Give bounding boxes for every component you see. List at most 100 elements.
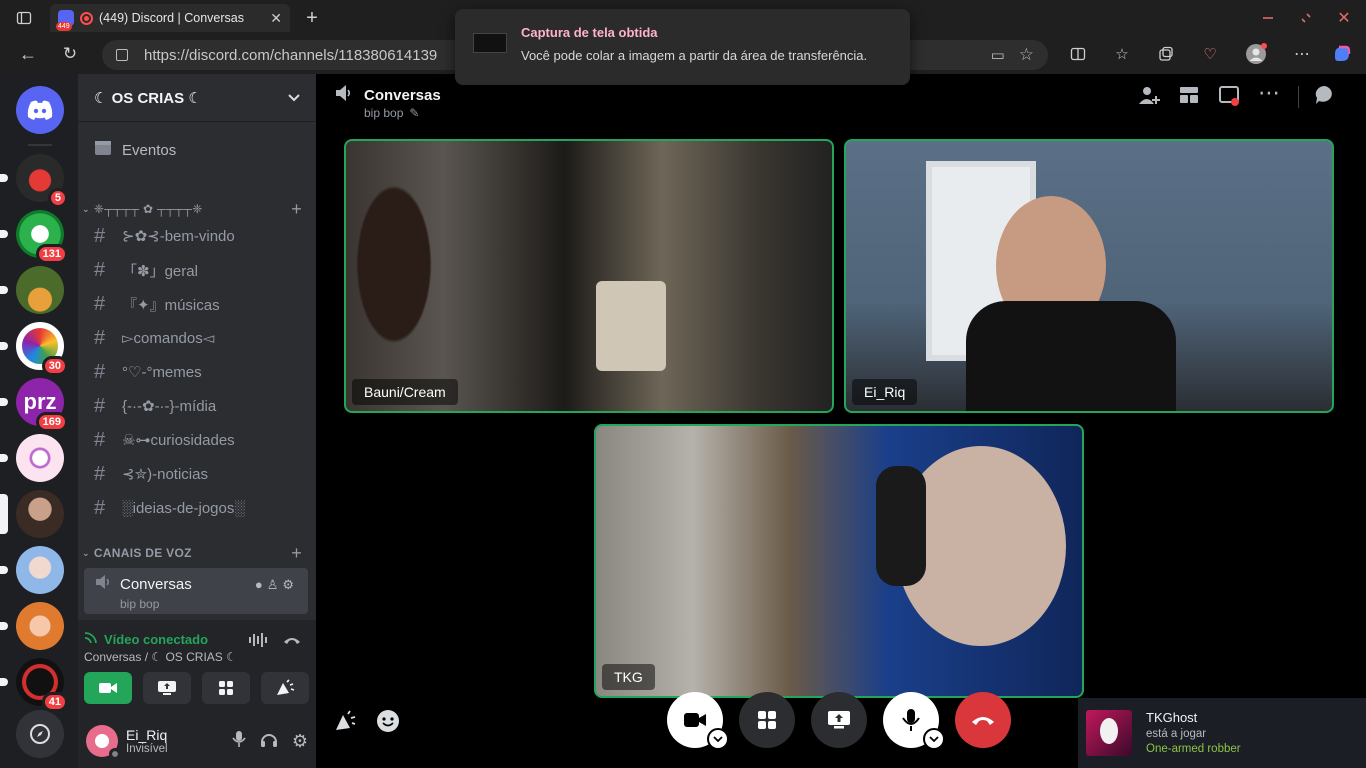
voice-location[interactable]: Conversas / ☾ OS CRIAS ☾ bbox=[84, 650, 237, 664]
browser-tab-discord[interactable]: 449 (449) Discord | Conversas ✕ bbox=[50, 4, 290, 32]
minimize-icon[interactable] bbox=[1254, 4, 1282, 32]
user-settings-gear-icon[interactable]: ⚙ bbox=[292, 731, 308, 752]
server-icon-1[interactable]: 5 bbox=[0, 154, 68, 208]
channel-item[interactable]: # ░ideias-de-jogos░ bbox=[86, 492, 308, 524]
voice-category-header[interactable]: ⌄ CANAIS DE VOZ + bbox=[82, 543, 308, 564]
favorites-icon[interactable]: ☆ bbox=[1108, 40, 1136, 68]
camera-in-use-icon[interactable]: ▭ bbox=[991, 46, 1005, 64]
voice-channel-item[interactable]: Conversas ●♙⚙ bip bop bbox=[84, 568, 308, 614]
server-icon-4[interactable]: 30 bbox=[0, 322, 68, 376]
activities-button[interactable] bbox=[202, 672, 250, 704]
avatar[interactable] bbox=[86, 725, 121, 760]
noise-suppression-icon[interactable] bbox=[248, 632, 268, 653]
server-icon-2[interactable]: 131 bbox=[0, 210, 68, 264]
hang-up-icon bbox=[972, 717, 994, 725]
channel-item[interactable]: # ▻comandos◅ bbox=[86, 322, 308, 354]
microphone-icon[interactable] bbox=[232, 730, 246, 753]
screen-share-button[interactable] bbox=[143, 672, 191, 704]
new-tab-icon[interactable]: + bbox=[298, 4, 326, 32]
video-tile-ei-riq[interactable]: Ei_Riq bbox=[844, 139, 1334, 413]
server-icon-9[interactable] bbox=[0, 602, 64, 650]
more-options-icon[interactable]: ⋯ bbox=[1288, 40, 1316, 68]
pencil-edit-icon[interactable]: ✎ bbox=[409, 106, 419, 120]
camera-toggle-button[interactable] bbox=[84, 672, 132, 704]
close-tab-icon[interactable]: ✕ bbox=[270, 10, 282, 27]
discord-logo-icon bbox=[16, 86, 64, 134]
hang-up-button[interactable] bbox=[955, 692, 1011, 748]
server-icon-5[interactable]: prz 169 bbox=[0, 378, 68, 432]
calendar-icon bbox=[94, 138, 114, 162]
username[interactable]: Ei_Riq bbox=[126, 727, 232, 743]
disconnect-icon[interactable] bbox=[282, 632, 302, 653]
close-window-icon[interactable]: ✕ bbox=[1330, 4, 1358, 32]
channel-item[interactable]: # ⊰✮)-noticias bbox=[86, 458, 308, 490]
explore-servers-button[interactable] bbox=[16, 710, 64, 758]
channel-name: ☠⊶curiosidades bbox=[122, 432, 235, 449]
hash-icon: # bbox=[94, 496, 106, 519]
activities-button[interactable] bbox=[739, 692, 795, 748]
channel-name: ⊰✮)-noticias bbox=[122, 466, 208, 483]
chevron-down-icon[interactable] bbox=[923, 728, 945, 750]
invite-user-icon[interactable]: ♙ bbox=[267, 577, 283, 592]
split-screen-icon[interactable] bbox=[1064, 40, 1092, 68]
category-header[interactable]: ⌄ ❈┬┬┬┬ ✿ ┬┬┬┬❈ + bbox=[82, 199, 308, 220]
game-activity-notification[interactable]: TKGhost está a jogar One-armed robber bbox=[1078, 698, 1366, 768]
soundboard-button[interactable] bbox=[261, 672, 309, 704]
browser-essentials-icon[interactable]: ♡ bbox=[1196, 40, 1224, 68]
selected-pip bbox=[0, 494, 8, 534]
chevron-down-icon[interactable] bbox=[288, 91, 300, 105]
server-avatar bbox=[16, 266, 64, 314]
profile-avatar-icon[interactable] bbox=[1242, 40, 1270, 68]
headphones-icon[interactable] bbox=[260, 730, 278, 753]
camera-button[interactable] bbox=[667, 692, 729, 750]
participant-shirt bbox=[966, 301, 1176, 411]
events-item[interactable]: Eventos bbox=[86, 134, 308, 166]
server-icon-7[interactable] bbox=[0, 490, 64, 538]
channel-item[interactable]: # {-·-✿-·-}-mídia bbox=[86, 390, 308, 422]
gear-icon[interactable]: ⚙ bbox=[282, 577, 298, 592]
copilot-icon[interactable] bbox=[1328, 40, 1356, 68]
armchair bbox=[596, 281, 666, 371]
add-channel-icon[interactable]: + bbox=[291, 199, 302, 220]
add-voice-channel-icon[interactable]: + bbox=[291, 543, 302, 564]
add-member-icon[interactable] bbox=[1138, 84, 1160, 111]
server-header[interactable]: ☾ OS CRIAS ☾ bbox=[78, 74, 316, 122]
soundboard-icon[interactable] bbox=[334, 710, 356, 737]
microphone-button[interactable] bbox=[883, 692, 945, 750]
tab-actions-icon[interactable] bbox=[10, 4, 38, 32]
channel-item[interactable]: # ☠⊶curiosidades bbox=[86, 424, 308, 456]
server-icon-6[interactable] bbox=[0, 434, 64, 482]
emoji-reaction-icon[interactable] bbox=[376, 709, 400, 738]
voice-status[interactable]: Vídeo conectado bbox=[104, 632, 208, 647]
channel-name: °♡-°memes bbox=[122, 364, 202, 381]
restore-icon[interactable] bbox=[1292, 4, 1320, 32]
video-tile-tkg[interactable]: TKG bbox=[594, 424, 1084, 698]
toast-title: Captura de tela obtida bbox=[521, 25, 658, 40]
speaker-icon bbox=[334, 84, 354, 107]
collections-icon[interactable] bbox=[1152, 40, 1180, 68]
server-icon-8[interactable] bbox=[0, 546, 64, 594]
activities-icon bbox=[758, 711, 776, 729]
channel-item[interactable]: # °♡-°memes bbox=[86, 356, 308, 388]
user-panel: Ei_Riq Invisível ⚙ bbox=[78, 714, 316, 768]
video-tile-bauni-cream[interactable]: Bauni/Cream bbox=[344, 139, 834, 413]
share-screen-button[interactable] bbox=[811, 692, 867, 748]
grid-layout-icon[interactable] bbox=[1178, 84, 1200, 111]
server-icon-10[interactable]: 41 bbox=[0, 658, 68, 712]
discord-favicon-icon: 449 bbox=[56, 10, 74, 31]
direct-messages-button[interactable] bbox=[16, 86, 64, 134]
more-options-icon[interactable]: ⋯ bbox=[1258, 82, 1280, 104]
channel-item[interactable]: # 『✦』músicas bbox=[86, 288, 308, 320]
popout-icon[interactable] bbox=[1218, 84, 1240, 111]
hash-icon: # bbox=[94, 326, 106, 349]
favorite-star-icon[interactable]: ☆ bbox=[1019, 45, 1034, 65]
server-icon-3[interactable] bbox=[0, 266, 64, 314]
server-rail: 5 131 30 prz 169 41 bbox=[0, 74, 78, 768]
channel-item[interactable]: # 「✽」geral bbox=[86, 254, 308, 286]
chevron-down-icon[interactable] bbox=[707, 728, 729, 750]
chat-bubble-icon[interactable]: ● bbox=[255, 577, 267, 592]
back-icon[interactable]: ← bbox=[14, 40, 42, 68]
chat-bubble-icon[interactable] bbox=[1314, 84, 1336, 111]
reload-icon[interactable]: ↻ bbox=[56, 40, 84, 68]
channel-item[interactable]: # ⊱✿⊰-bem-vindo bbox=[86, 220, 308, 252]
